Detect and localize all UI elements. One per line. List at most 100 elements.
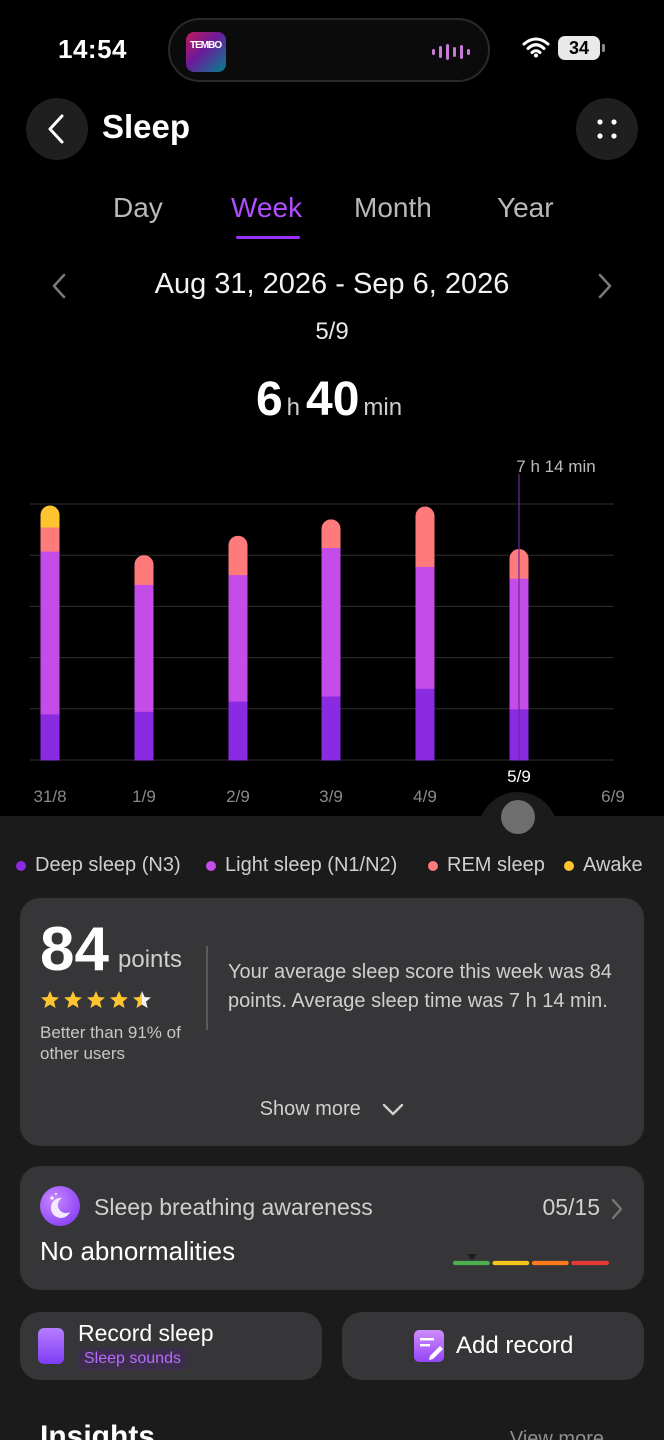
legend-item-deep: Deep sleep (N3) [16, 854, 181, 877]
breathing-severity-scale [453, 1254, 609, 1266]
moon-stars-icon [50, 1193, 70, 1218]
chevron-down-icon [383, 1103, 404, 1115]
bar-1/9 [134, 555, 154, 761]
sleep-score-card[interactable]: 84 points Better than 91% of other users… [20, 898, 644, 1146]
bar-segment [415, 506, 435, 567]
legend-label: Light sleep (N1/N2) [225, 854, 398, 876]
selected-duration: 6 h 40 min [0, 372, 664, 427]
x-tick-label: 6/9 [601, 787, 625, 806]
sleep-sounds-tag[interactable]: Sleep sounds [78, 1348, 187, 1370]
duration-minutes-unit: min [363, 394, 403, 421]
weekly-sleep-chart[interactable]: 31/8 1/9 2/9 3/9 4/9 5/9 6/9 7 h 14 min [0, 440, 664, 820]
insights-heading: Insights [40, 1420, 156, 1440]
wifi-icon [522, 37, 550, 58]
bar-segment [40, 505, 60, 528]
x-tick-label: 1/9 [132, 787, 156, 806]
chart-scrubber-handle[interactable] [501, 800, 535, 834]
x-tick-label: 2/9 [226, 787, 250, 806]
star-rating [40, 990, 152, 1010]
audio-wave-icon [432, 44, 470, 60]
bar-segment [321, 547, 341, 697]
tab-week[interactable]: Week [231, 192, 302, 224]
show-more-button[interactable]: Show more [20, 1098, 644, 1121]
sleep-score-unit: points [118, 946, 183, 973]
page-title: Sleep [102, 108, 191, 145]
back-button[interactable] [26, 98, 88, 160]
legend-label: Deep sleep (N3) [35, 854, 181, 876]
duration-hours-unit: h [286, 394, 300, 421]
x-tick-label: 5/9 [507, 767, 531, 786]
record-sleep-label: Record sleep [78, 1320, 214, 1346]
sleep-score-value: 84 [40, 915, 109, 984]
show-more-label: Show more [259, 1098, 361, 1120]
phone-moon-icon [38, 1328, 64, 1364]
bar-segment [40, 713, 60, 761]
chart-legend: Deep sleep (N3) Light sleep (N1/N2) REM … [16, 854, 656, 882]
bar-segment [321, 696, 341, 761]
tab-day[interactable]: Day [113, 192, 163, 224]
star-icon [133, 991, 151, 1008]
divider [206, 946, 208, 1030]
legend-dot [206, 860, 216, 871]
score-comparison: Better than 91% of other users [40, 1023, 181, 1063]
legend-item-awake: Awake [564, 854, 643, 877]
legend-item-light: Light sleep (N1/N2) [206, 854, 397, 877]
sleep-breathing-card[interactable]: Sleep breathing awareness 05/15 No abnor… [20, 1166, 644, 1290]
breathing-title: Sleep breathing awareness [94, 1194, 373, 1220]
bar-4/9 [415, 506, 435, 761]
date-range-label: Aug 31, 2026 - Sep 6, 2026 [154, 268, 510, 300]
add-record-label: Add record [456, 1332, 574, 1359]
bar-2/9 [228, 535, 248, 761]
bar-segment [134, 555, 154, 585]
duration-hours: 6 [255, 373, 283, 426]
active-tab-indicator [236, 236, 300, 239]
bar-segment [134, 711, 154, 761]
duration-minutes: 40 [306, 373, 360, 426]
bar-segment [228, 574, 248, 702]
x-tick-label: 4/9 [413, 787, 437, 806]
record-sleep-button[interactable]: Record sleep Sleep sounds [20, 1312, 322, 1380]
sleeping-face-icon [40, 1186, 80, 1226]
note-lines-icon [420, 1338, 443, 1360]
view-more-link[interactable]: View more [510, 1428, 604, 1440]
tab-month[interactable]: Month [354, 192, 432, 224]
score-summary: Your average sleep score this week was 8… [228, 961, 612, 1012]
selected-date: 5/9 [315, 318, 349, 345]
star-icon [110, 991, 128, 1008]
more-options-button[interactable] [576, 98, 638, 160]
now-playing-artwork[interactable]: TEMBO [186, 32, 226, 72]
bar-segment [415, 688, 435, 761]
legend-dot [564, 860, 574, 871]
bar-31/8 [40, 505, 60, 761]
star-icon [41, 991, 59, 1008]
status-time: 14:54 [58, 34, 127, 64]
legend-item-rem: REM sleep [428, 854, 545, 877]
chevron-right-icon [611, 1198, 623, 1220]
legend-label: Awake [583, 854, 643, 876]
period-tabs: Day Week Month Year [0, 192, 664, 242]
bar-segment [415, 566, 435, 689]
breathing-status: No abnormalities [40, 1236, 236, 1266]
bar-segment [134, 584, 154, 712]
x-tick-label: 3/9 [319, 787, 343, 806]
more-dots-icon [597, 119, 617, 139]
reference-label: 7 h 14 min [516, 457, 595, 476]
dynamic-island[interactable]: TEMBO [168, 18, 490, 82]
date-range-navigator: Aug 31, 2026 - Sep 6, 2026 [0, 264, 664, 308]
legend-label: REM sleep [447, 854, 545, 876]
tab-year[interactable]: Year [497, 192, 554, 224]
battery-indicator: 34 [558, 36, 605, 60]
legend-dot [428, 860, 438, 871]
edit-note-icon [414, 1330, 444, 1362]
bar-segment [40, 527, 60, 552]
add-record-button[interactable]: Add record [342, 1312, 644, 1380]
star-icon [64, 991, 82, 1008]
next-week-chevron-icon[interactable] [592, 272, 618, 300]
bar-3/9 [321, 519, 341, 761]
bar-segment [228, 701, 248, 761]
bar-segment [228, 535, 248, 576]
status-bar: 14:54 TEMBO 34 [0, 0, 664, 96]
bar-segment [321, 519, 341, 549]
sleep-bar-chart[interactable]: 31/8 1/9 2/9 3/9 4/9 5/9 6/9 7 h 14 min [0, 440, 664, 820]
legend-dot [16, 860, 26, 871]
